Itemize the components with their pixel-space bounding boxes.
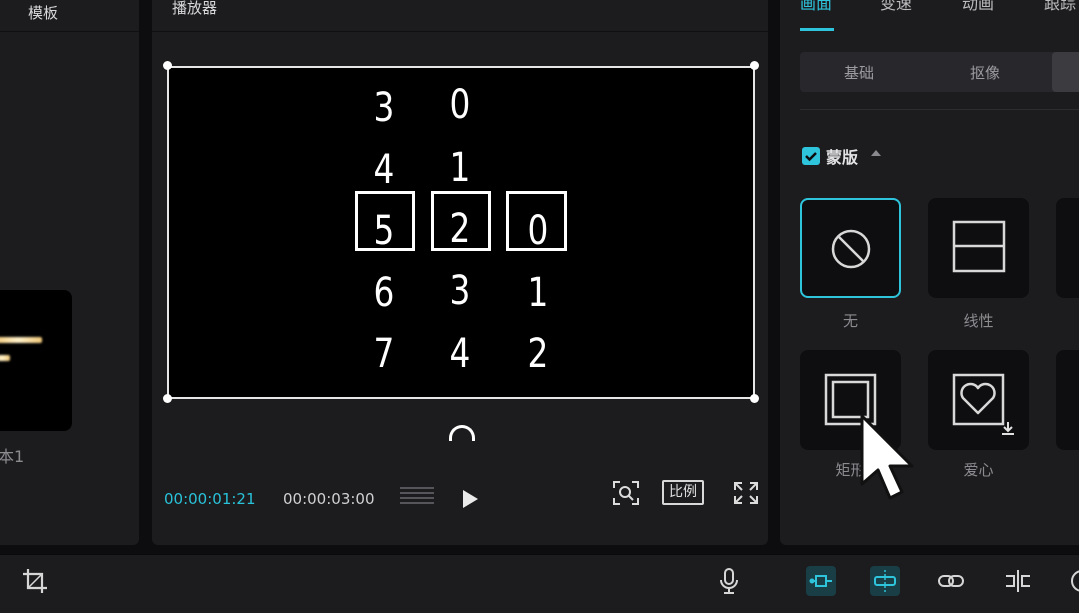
template-panel-title: 模板 xyxy=(28,4,59,22)
zoom-fit-icon[interactable] xyxy=(612,480,640,506)
mask-option-linear[interactable] xyxy=(928,198,1029,298)
mask-option-heart[interactable] xyxy=(928,350,1029,450)
no-mask-icon xyxy=(831,229,871,269)
digit: 4 xyxy=(449,331,471,377)
preview-canvas[interactable]: 3 4 5 6 7 0 1 2 3 4 0 1 2 xyxy=(167,66,755,399)
properties-panel: 画面 变速 动画 跟踪 基础 抠像 蒙版 无 线性 矩形 爱心 xyxy=(780,0,1079,545)
digit: 0 xyxy=(449,82,471,128)
link-icon[interactable] xyxy=(936,566,966,596)
active-tab-indicator xyxy=(800,28,834,31)
total-time: 00:00:03:00 xyxy=(283,490,375,508)
microphone-icon[interactable] xyxy=(714,566,744,596)
rotate-handle[interactable] xyxy=(449,425,475,441)
thumbnail-text-glow xyxy=(0,337,42,343)
auto-snap-icon[interactable] xyxy=(806,566,836,596)
waveform-icon xyxy=(400,487,434,507)
fullscreen-icon[interactable] xyxy=(732,480,760,506)
mask-section-label: 蒙版 xyxy=(826,148,859,167)
digit: 7 xyxy=(373,331,395,377)
tab-picture[interactable]: 画面 xyxy=(800,0,832,14)
aspect-ratio-button[interactable]: 比例 xyxy=(662,480,704,505)
play-button[interactable] xyxy=(463,490,478,508)
highlight-box xyxy=(506,191,567,251)
template-panel-header: 模板 xyxy=(0,0,139,32)
template-panel: 模板 本1 xyxy=(0,0,139,545)
template-thumbnail[interactable] xyxy=(0,290,72,431)
thumbnail-text-glow xyxy=(0,355,10,361)
mask-option-none[interactable] xyxy=(800,198,901,298)
resize-handle[interactable] xyxy=(750,61,759,70)
tab-speed[interactable]: 变速 xyxy=(880,0,912,14)
player-header: 播放器 xyxy=(152,0,768,32)
player-title: 播放器 xyxy=(172,0,218,17)
split-icon[interactable] xyxy=(1003,566,1033,596)
player-panel: 播放器 3 4 5 6 7 0 1 2 3 4 0 1 2 00:00:01:2… xyxy=(152,0,768,545)
divider xyxy=(800,109,1079,110)
subtab-basic[interactable]: 基础 xyxy=(844,62,874,83)
digit: 6 xyxy=(373,270,395,316)
linkage-icon[interactable] xyxy=(870,566,900,596)
zoom-icon[interactable] xyxy=(1066,566,1079,596)
digit: 1 xyxy=(527,270,549,316)
digit: 2 xyxy=(527,331,549,377)
mask-name: 线性 xyxy=(963,312,994,330)
tab-animation[interactable]: 动画 xyxy=(962,0,994,14)
highlight-box xyxy=(431,191,491,251)
template-name: 本1 xyxy=(0,447,25,466)
mask-name: 无 xyxy=(842,312,858,330)
linear-mask-icon xyxy=(952,220,1006,273)
download-icon[interactable] xyxy=(1000,420,1016,436)
resize-handle[interactable] xyxy=(750,394,759,403)
mask-name: 爱心 xyxy=(963,461,994,479)
collapse-caret-icon[interactable] xyxy=(871,150,881,156)
resize-handle[interactable] xyxy=(163,61,172,70)
subtab-cutout[interactable]: 抠像 xyxy=(970,62,1000,83)
digit: 1 xyxy=(449,145,471,191)
digit: 3 xyxy=(373,85,395,131)
subtab-mask[interactable] xyxy=(1052,52,1079,92)
crop-icon[interactable] xyxy=(20,566,50,596)
digit: 3 xyxy=(449,268,471,314)
tab-tracking[interactable]: 跟踪 xyxy=(1044,0,1076,14)
resize-handle[interactable] xyxy=(163,394,172,403)
digit: 4 xyxy=(373,147,395,193)
timeline-toolbar xyxy=(0,554,1079,613)
mask-checkbox[interactable] xyxy=(802,147,820,165)
picture-subtabs: 基础 抠像 xyxy=(800,52,1079,92)
property-tabs: 画面 变速 动画 跟踪 xyxy=(780,0,1079,32)
mask-option-partial[interactable] xyxy=(1056,350,1079,450)
mouse-cursor-icon xyxy=(860,414,914,500)
current-time: 00:00:01:21 xyxy=(164,490,256,508)
highlight-box xyxy=(355,191,415,251)
mask-option-partial[interactable] xyxy=(1056,198,1079,298)
